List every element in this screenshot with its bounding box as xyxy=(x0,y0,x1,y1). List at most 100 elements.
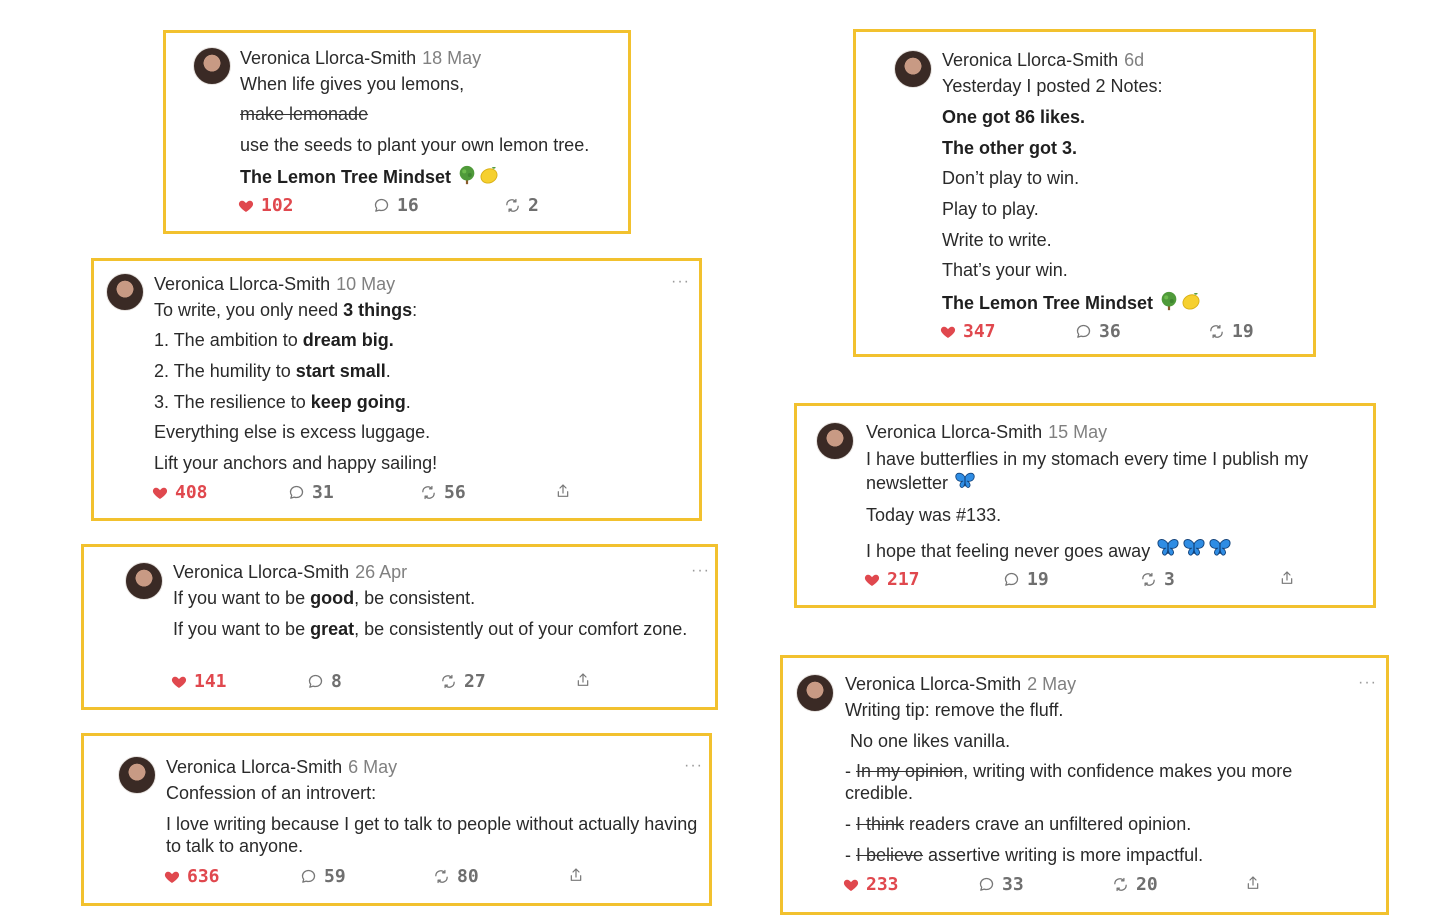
more-options-icon[interactable]: ··· xyxy=(671,273,690,291)
note-header: Veronica Llorca-Smith 26 Apr xyxy=(173,562,407,583)
note-date[interactable]: 18 May xyxy=(422,48,481,68)
bold-text: keep going xyxy=(310,392,406,412)
author-name[interactable]: Veronica Llorca-Smith xyxy=(154,274,330,294)
share-icon[interactable] xyxy=(575,672,591,693)
restack-button[interactable]: 80 xyxy=(433,866,479,887)
like-button[interactable]: 141 xyxy=(171,671,227,692)
author-name[interactable]: Veronica Llorca-Smith xyxy=(866,422,1042,442)
note-card[interactable]: Veronica Llorca-Smith 6 May ··· Confessio… xyxy=(81,733,712,906)
like-button[interactable]: 636 xyxy=(164,866,220,887)
text-span: If you want to be xyxy=(173,588,311,608)
more-options-icon[interactable]: ··· xyxy=(684,757,703,775)
bold-text: The Lemon Tree Mindset xyxy=(942,293,1154,313)
like-count: 636 xyxy=(187,866,220,887)
comment-button[interactable]: 19 xyxy=(1003,569,1049,590)
text-span: - xyxy=(845,761,856,781)
comment-button[interactable]: 59 xyxy=(300,866,346,887)
restack-button[interactable]: 3 xyxy=(1140,569,1175,590)
like-button[interactable]: 347 xyxy=(940,321,996,342)
share-icon[interactable] xyxy=(1279,570,1295,591)
text-span: . xyxy=(405,392,411,412)
restack-button[interactable]: 56 xyxy=(420,482,466,503)
restack-icon xyxy=(504,197,521,214)
author-name[interactable]: Veronica Llorca-Smith xyxy=(240,48,416,68)
like-button[interactable]: 217 xyxy=(864,569,920,590)
comment-icon xyxy=(373,197,390,214)
author-name[interactable]: Veronica Llorca-Smith xyxy=(173,562,349,582)
share-icon[interactable] xyxy=(1245,875,1261,896)
strikethrough-text: In my opinion xyxy=(856,761,964,781)
note-card[interactable]: Veronica Llorca-Smith 15 May I have butte… xyxy=(794,403,1376,608)
comment-count: 31 xyxy=(312,482,334,503)
author-name[interactable]: Veronica Llorca-Smith xyxy=(166,757,342,777)
restack-count: 3 xyxy=(1164,569,1175,590)
comment-count: 59 xyxy=(324,866,346,887)
text-span: I hope that feeling never goes away xyxy=(866,541,1151,561)
note-card[interactable]: Veronica Llorca-Smith 2 May ··· Writing t… xyxy=(780,655,1389,915)
comment-button[interactable]: 33 xyxy=(978,874,1024,895)
text-span: : xyxy=(412,300,418,320)
avatar[interactable] xyxy=(125,562,163,600)
comment-icon xyxy=(300,868,317,885)
restack-button[interactable]: 2 xyxy=(504,195,539,216)
note-date[interactable]: 10 May xyxy=(336,274,395,294)
restack-count: 19 xyxy=(1232,321,1254,342)
note-text: Play to play. xyxy=(942,199,1039,219)
comment-button[interactable]: 8 xyxy=(307,671,342,692)
comment-count: 36 xyxy=(1099,321,1121,342)
note-text: Lift your anchors and happy sailing! xyxy=(154,453,438,473)
avatar[interactable] xyxy=(816,422,854,460)
note-date[interactable]: 26 Apr xyxy=(355,562,407,582)
note-text: Don’t play to win. xyxy=(942,168,1080,188)
note-text: I hope that feeling never goes away xyxy=(866,536,1233,562)
author-name[interactable]: Veronica Llorca-Smith xyxy=(942,50,1118,70)
avatar[interactable] xyxy=(106,273,144,311)
strikethrough-text: make lemonade xyxy=(240,104,369,124)
note-text: Today was #133. xyxy=(866,505,1002,525)
author-name[interactable]: Veronica Llorca-Smith xyxy=(845,674,1021,694)
note-date[interactable]: 6d xyxy=(1124,50,1144,70)
comment-button[interactable]: 31 xyxy=(288,482,334,503)
share-icon[interactable] xyxy=(555,483,571,504)
note-text: When life gives you lemons, xyxy=(240,74,465,94)
restack-button[interactable]: 27 xyxy=(440,671,486,692)
note-date[interactable]: 6 May xyxy=(348,757,397,777)
like-button[interactable]: 408 xyxy=(152,482,208,503)
more-options-icon[interactable]: ··· xyxy=(1358,674,1377,692)
comment-count: 19 xyxy=(1027,569,1049,590)
avatar[interactable] xyxy=(193,47,231,85)
like-count: 217 xyxy=(887,569,920,590)
text-span: I have butterflies in my stomach every t… xyxy=(866,449,1309,493)
like-button[interactable]: 102 xyxy=(238,195,294,216)
comment-button[interactable]: 36 xyxy=(1075,321,1121,342)
text-span: To write, you only need xyxy=(154,300,344,320)
note-card[interactable]: Veronica Llorca-Smith 26 Apr ··· If you w… xyxy=(81,544,718,710)
more-options-icon[interactable]: ··· xyxy=(691,562,710,580)
note-header: Veronica Llorca-Smith 2 May xyxy=(845,674,1076,695)
note-card[interactable]: Veronica Llorca-Smith 18 May When life gi… xyxy=(163,30,631,234)
comment-icon xyxy=(1075,323,1092,340)
comment-button[interactable]: 16 xyxy=(373,195,419,216)
note-text: - I think readers crave an unfiltered op… xyxy=(845,813,1191,835)
note-text: No one likes vanilla. xyxy=(850,731,1011,751)
like-count: 233 xyxy=(866,874,899,895)
share-icon[interactable] xyxy=(568,867,584,888)
heart-icon xyxy=(164,869,180,885)
note-card[interactable]: Veronica Llorca-Smith 10 May ··· To write… xyxy=(91,258,702,521)
note-card[interactable]: Veronica Llorca-Smith 6d Yesterday I post… xyxy=(853,29,1316,357)
like-button[interactable]: 233 xyxy=(843,874,899,895)
avatar[interactable] xyxy=(118,756,156,794)
note-date[interactable]: 2 May xyxy=(1027,674,1076,694)
note-date[interactable]: 15 May xyxy=(1048,422,1107,442)
avatar[interactable] xyxy=(894,50,932,88)
text-span: 2. The humility to xyxy=(154,361,296,381)
restack-button[interactable]: 19 xyxy=(1208,321,1254,342)
note-text: One got 86 likes. xyxy=(942,106,1085,128)
like-count: 102 xyxy=(261,195,294,216)
note-text: Everything else is excess luggage. xyxy=(154,422,431,442)
avatar[interactable] xyxy=(796,674,834,712)
heart-icon xyxy=(152,485,168,501)
butterfly-icon xyxy=(953,470,977,492)
note-text: The Lemon Tree Mindset xyxy=(942,290,1202,314)
restack-button[interactable]: 20 xyxy=(1112,874,1158,895)
